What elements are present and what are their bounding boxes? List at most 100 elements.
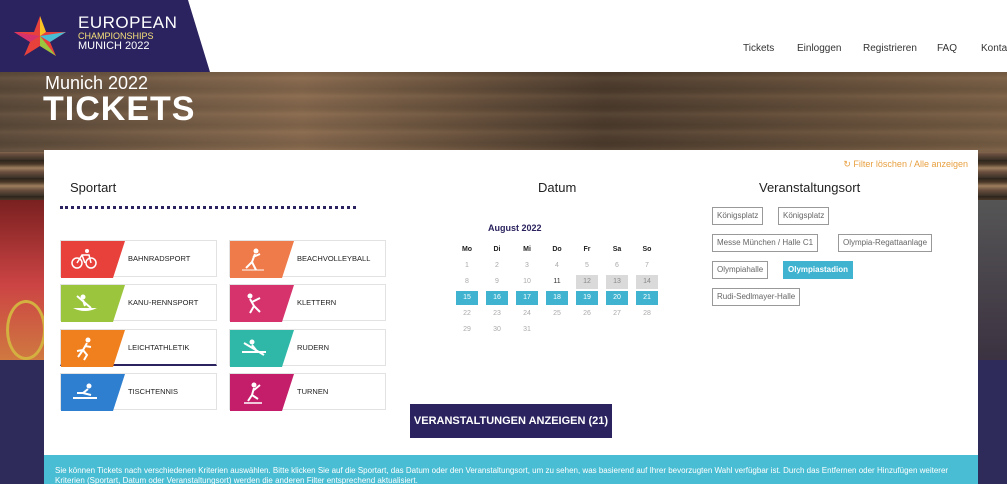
dotted-divider — [60, 206, 356, 209]
sport-label: LEICHTATHLETIK — [128, 343, 190, 352]
calendar-day: 7 — [645, 262, 649, 269]
calendar-day[interactable]: 12 — [576, 275, 598, 289]
weekday-header: Mi — [523, 246, 531, 253]
venue-chip-selected[interactable]: Olympiastadion — [783, 261, 854, 279]
sport-badge — [61, 330, 125, 367]
venue-column-title: Veranstaltungsort — [759, 180, 861, 195]
sport-badge — [61, 285, 125, 322]
sport-label: TURNEN — [297, 387, 329, 396]
sport-badge — [61, 374, 125, 411]
calendar-day: 4 — [555, 262, 559, 269]
calendar-day: 2 — [495, 262, 499, 269]
volleyball-icon — [242, 248, 264, 271]
star-logo-icon — [14, 16, 66, 56]
calendar-day[interactable]: 11 — [546, 275, 568, 289]
sport-tile-bahnradsport[interactable]: BAHNRADSPORT — [60, 240, 217, 278]
calendar-day[interactable]: 15 — [456, 291, 478, 305]
date-column-title: Datum — [538, 180, 577, 195]
sport-tile-beachvolleyball[interactable]: BEACHVOLLEYBALL — [229, 240, 386, 278]
sport-tile-leichtathletik[interactable]: LEICHTATHLETIK — [60, 329, 217, 367]
info-text: Sie können Tickets nach verschiedenen Kr… — [55, 466, 949, 484]
calendar-day[interactable]: 19 — [576, 291, 598, 305]
calendar-day[interactable]: 16 — [486, 291, 508, 305]
climbing-icon — [247, 293, 261, 314]
sport-badge — [61, 241, 125, 278]
nav-kontakt[interactable]: Kontakt — [981, 43, 1007, 54]
logo-line-3: MUNICH 2022 — [78, 40, 150, 52]
sport-tile-rudern[interactable]: RUDERN — [229, 329, 386, 367]
weekday-header: Fr — [583, 246, 591, 253]
filter-reset-link[interactable]: ↻ Filter löschen / Alle anzeigen — [843, 159, 968, 170]
calendar-day: 24 — [523, 310, 531, 317]
calendar-day: 28 — [643, 310, 651, 317]
hero-decoration-right — [975, 200, 1007, 370]
calendar-day: 27 — [613, 310, 621, 317]
page-title: TICKETS — [43, 90, 196, 128]
weekday-header: Do — [552, 246, 562, 253]
calendar-day[interactable]: 18 — [546, 291, 568, 305]
bicycle-wheel-graphic — [6, 300, 46, 360]
weekday-header: Sa — [612, 246, 622, 253]
table-tennis-icon — [73, 383, 97, 399]
weekday-header: Di — [493, 246, 501, 253]
nav-einloggen[interactable]: Einloggen — [797, 43, 841, 54]
filter-reset-label: Filter löschen / Alle anzeigen — [853, 159, 968, 169]
logo[interactable]: EUROPEAN CHAMPIONSHIPS MUNICH 2022 — [0, 0, 210, 72]
calendar-day: 29 — [463, 326, 471, 333]
sport-tile-kanu-rennsport[interactable]: KANU-RENNSPORT — [60, 284, 217, 322]
running-icon — [76, 337, 92, 361]
sport-label: TISCHTENNIS — [128, 387, 179, 396]
nav-tickets[interactable]: Tickets — [743, 43, 774, 54]
top-bar: EUROPEAN CHAMPIONSHIPS MUNICH 2022 Ticke… — [0, 0, 1007, 72]
sport-tile-turnen[interactable]: TURNEN — [229, 373, 386, 411]
calendar-day: 10 — [523, 278, 531, 285]
calendar-day: 31 — [523, 326, 531, 333]
calendar-day: 23 — [493, 310, 501, 317]
venue-chip[interactable]: Königsplatz — [712, 207, 764, 225]
venue-chip[interactable]: Olympiahalle — [712, 261, 769, 279]
sport-label: BAHNRADSPORT — [128, 254, 191, 263]
calendar-day[interactable]: 21 — [636, 291, 658, 305]
calendar-day: 9 — [495, 278, 499, 285]
logo-text: EUROPEAN CHAMPIONSHIPS MUNICH 2022 — [78, 14, 177, 52]
venue-chip[interactable]: Rudi-Sedlmayer-Halle — [712, 288, 801, 306]
sport-badge — [230, 374, 294, 411]
sport-badge — [230, 285, 294, 322]
calendar-day: 30 — [493, 326, 501, 333]
sport-badge — [230, 330, 294, 367]
calendar-day: 25 — [553, 310, 561, 317]
sport-tile-klettern[interactable]: KLETTERN — [229, 284, 386, 322]
show-events-button[interactable]: VERANSTALTUNGEN ANZEIGEN (21) — [410, 404, 612, 438]
sport-label: KLETTERN — [297, 298, 337, 307]
calendar-day: 3 — [525, 262, 529, 269]
sport-label: RUDERN — [297, 343, 330, 352]
info-banner: Sie können Tickets nach verschiedenen Kr… — [44, 455, 978, 484]
weekday-header: Mo — [461, 246, 473, 253]
sport-label: KANU-RENNSPORT — [128, 298, 199, 307]
canoe-icon — [73, 294, 97, 311]
nav-faq[interactable]: FAQ — [937, 43, 957, 54]
sport-tile-tischtennis[interactable]: TISCHTENNIS — [60, 373, 217, 411]
sport-column-title: Sportart — [70, 180, 117, 195]
weekday-header: So — [642, 246, 652, 253]
nav-registrieren[interactable]: Registrieren — [863, 43, 917, 54]
refresh-icon: ↻ — [843, 159, 851, 169]
venue-chip[interactable]: Königsplatz — [778, 207, 830, 225]
sport-badge — [230, 241, 294, 278]
calendar-day[interactable]: 14 — [636, 275, 658, 289]
sport-label: BEACHVOLLEYBALL — [297, 254, 371, 263]
calendar-day: 6 — [615, 262, 619, 269]
calendar-day[interactable]: 20 — [606, 291, 628, 305]
venue-chip[interactable]: Olympia-Regattaanlage — [838, 234, 933, 252]
calendar-day: 26 — [583, 310, 591, 317]
calendar-day[interactable]: 13 — [606, 275, 628, 289]
cycling-icon — [71, 249, 97, 269]
main-nav: Tickets Einloggen Registrieren FAQ Konta… — [743, 43, 1007, 57]
gymnastics-icon — [244, 382, 262, 404]
calendar-day[interactable]: 17 — [516, 291, 538, 305]
venue-chip[interactable]: Messe München / Halle C1 — [712, 234, 819, 252]
calendar-day: 1 — [465, 262, 469, 269]
logo-line-1: EUROPEAN — [78, 13, 178, 32]
rowing-icon — [242, 339, 266, 356]
calendar-day: 8 — [465, 278, 469, 285]
